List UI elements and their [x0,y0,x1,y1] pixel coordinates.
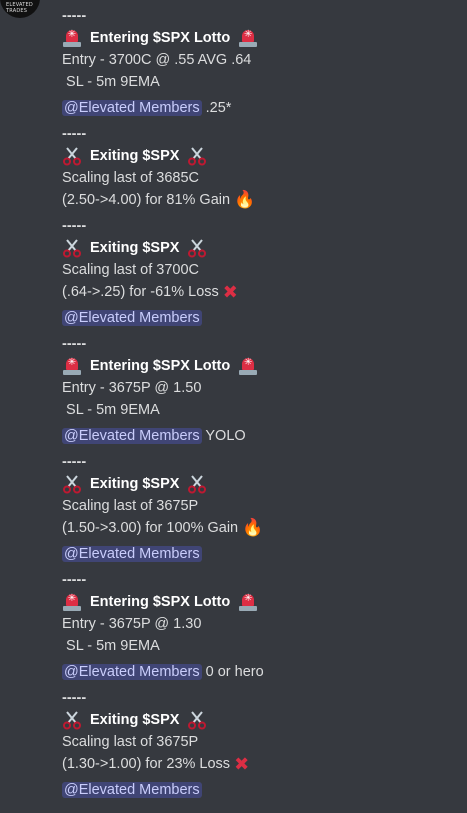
message: ----- Exiting $SPX Scaling last of 3675P (1… [62,687,462,801]
message-line: SL - 5m 9EMA [62,74,160,90]
siren-icon: ✳ [62,592,82,612]
message-line: Entry - 3675P @ 1.50 [62,380,202,396]
mention-suffix: .25* [201,100,232,116]
role-mention[interactable]: @Elevated Members [62,428,202,444]
message-line: (1.50->3.00) for 100% Gain 🔥 [62,518,264,538]
message-line: Scaling last of 3675P [62,498,199,514]
message: ----- Exiting $SPX Scaling last of 3700C (.… [62,215,462,329]
scissors-icon [188,711,207,730]
server-avatar[interactable]: ELEVATED TRADES [0,0,40,18]
siren-icon: ✳ [238,28,258,48]
message-title: Exiting $SPX [62,237,462,259]
role-mention[interactable]: @Elevated Members [62,100,202,116]
role-mention[interactable]: @Elevated Members [62,782,202,798]
message-title: Exiting $SPX [62,709,462,731]
message-line: Entry - 3675P @ 1.30 [62,616,202,632]
mention-row: @Elevated Members [62,779,462,801]
role-mention[interactable]: @Elevated Members [62,310,202,326]
message-line: (2.50->4.00) for 81% Gain 🔥 [62,190,256,210]
mention-row: @Elevated Members YOLO [62,425,462,447]
siren-icon: ✳ [62,356,82,376]
cross-mark-icon: ✖ [234,754,250,775]
fire-icon: 🔥 [234,190,256,210]
separator: ----- [62,572,87,588]
avatar-text: ELEVATED TRADES [6,2,33,14]
separator: ----- [62,126,87,142]
message: ----- ✳ Entering $SPX Lotto ✳ Entry - 3700C … [62,5,462,119]
scissors-icon [63,711,81,730]
message-line: (1.30->1.00) for 23% Loss ✖ [62,754,250,775]
siren-icon: ✳ [62,28,82,48]
message-line: (.64->.25) for -61% Loss ✖ [62,282,238,303]
separator: ----- [62,454,87,470]
separator: ----- [62,336,87,352]
scissors-icon [63,475,81,494]
message-line: Entry - 3700C @ .55 AVG .64 [62,52,252,68]
title-text: Exiting $SPX [90,240,180,256]
message-title: Exiting $SPX [62,145,462,167]
message: ----- ✳ Entering $SPX Lotto ✳ Entry - 3675P … [62,569,462,683]
scissors-icon [188,475,207,494]
separator: ----- [62,8,87,24]
message: ----- Exiting $SPX Scaling last of 3675P (1… [62,451,462,565]
role-mention[interactable]: @Elevated Members [62,546,202,562]
separator: ----- [62,218,87,234]
siren-icon: ✳ [238,592,258,612]
title-text: Exiting $SPX [90,476,180,492]
scissors-icon [188,239,207,258]
mention-row: @Elevated Members [62,543,462,565]
scissors-icon [63,147,81,166]
mention-row: @Elevated Members [62,307,462,329]
message-line: SL - 5m 9EMA [62,402,160,418]
message-title: Exiting $SPX [62,473,462,495]
mention-row: @Elevated Members .25* [62,97,462,119]
cross-mark-icon: ✖ [222,282,238,303]
scissors-icon [63,239,81,258]
message: ----- ✳ Entering $SPX Lotto ✳ Entry - 3675P … [62,333,462,447]
message: ----- Exiting $SPX Scaling last of 3685C (2… [62,123,462,211]
message-title: ✳ Entering $SPX Lotto ✳ [62,355,462,377]
message-line: Scaling last of 3675P [62,734,199,750]
fire-icon: 🔥 [242,518,264,538]
mention-row: @Elevated Members 0 or hero [62,661,462,683]
message-title: ✳ Entering $SPX Lotto ✳ [62,591,462,613]
mention-suffix: YOLO [201,428,246,444]
title-text: Entering $SPX Lotto [90,358,231,374]
separator: ----- [62,690,87,706]
message-title: ✳ Entering $SPX Lotto ✳ [62,27,462,49]
message-line: Scaling last of 3700C [62,262,200,278]
scissors-icon [188,147,207,166]
title-text: Entering $SPX Lotto [90,594,231,610]
title-text: Exiting $SPX [90,148,180,164]
message-line: Scaling last of 3685C [62,170,200,186]
mention-suffix: 0 or hero [201,664,264,680]
role-mention[interactable]: @Elevated Members [62,664,202,680]
title-text: Entering $SPX Lotto [90,30,231,46]
siren-icon: ✳ [238,356,258,376]
title-text: Exiting $SPX [90,712,180,728]
message-line: SL - 5m 9EMA [62,638,160,654]
